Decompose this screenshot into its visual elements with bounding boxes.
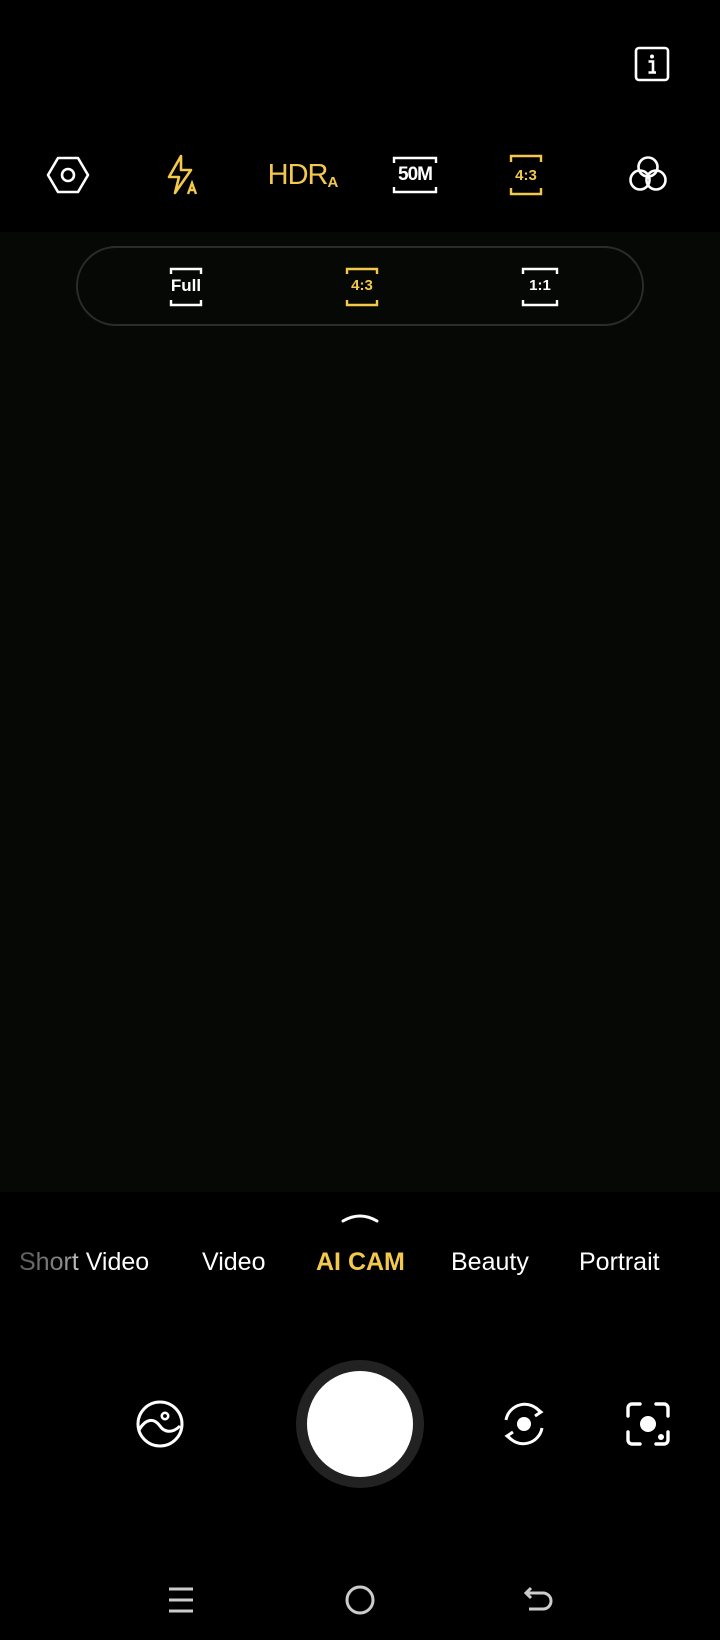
shutter-button-inner	[307, 1371, 413, 1477]
flash-auto-icon[interactable]	[158, 150, 208, 200]
resolution-label: 50M	[398, 164, 433, 185]
hdr-auto-label: A	[327, 173, 339, 191]
google-lens-icon[interactable]	[620, 1396, 676, 1452]
ratio-option-full[interactable]: Full	[166, 266, 206, 308]
ratio-option-4-3[interactable]: 4:3	[342, 266, 382, 308]
ratio-label-4-3: 4:3	[351, 277, 373, 294]
filters-icon[interactable]	[623, 150, 673, 200]
mode-label-portrait: Portrait	[579, 1248, 660, 1276]
mode-short-video[interactable]: Short Video	[19, 1248, 149, 1277]
camera-mode-carousel: Short Video Video AI CAM Beauty Portrait	[0, 1240, 720, 1284]
switch-camera-icon[interactable]	[496, 1396, 552, 1452]
aspect-ratio-icon[interactable]: 4:3	[506, 150, 546, 200]
gallery-icon[interactable]	[132, 1396, 188, 1452]
mode-beauty[interactable]: Beauty	[451, 1248, 529, 1277]
mode-video[interactable]: Video	[202, 1248, 266, 1277]
ratio-label-full: Full	[170, 276, 202, 295]
mode-label-short-video: Short Video	[19, 1248, 150, 1276]
hdr-auto-icon[interactable]: HDR A	[267, 150, 339, 200]
info-icon[interactable]	[634, 46, 670, 82]
resolution-icon[interactable]: 50M	[391, 150, 439, 200]
aspect-ratio-label: 4:3	[515, 166, 537, 184]
mode-portrait[interactable]: Portrait	[579, 1248, 660, 1277]
aspect-ratio-panel: Full 4:3 1:1	[76, 246, 644, 326]
mode-label-beauty: Beauty	[451, 1248, 529, 1276]
shutter-button[interactable]	[296, 1360, 424, 1488]
settings-hexagon-icon[interactable]	[43, 150, 93, 200]
mode-ai-cam[interactable]: AI CAM	[316, 1248, 405, 1277]
ratio-label-1-1: 1:1	[529, 277, 551, 294]
system-nav-bar	[0, 1570, 720, 1630]
top-settings-bar: HDR A 50M 4:3	[0, 140, 720, 210]
hdr-label: HDR	[267, 158, 329, 191]
mode-label-video: Video	[202, 1248, 266, 1276]
back-icon[interactable]	[519, 1580, 559, 1620]
mode-drawer-handle[interactable]	[340, 1210, 380, 1224]
mode-label-ai-cam: AI CAM	[316, 1248, 405, 1276]
camera-viewfinder[interactable]	[0, 232, 720, 1192]
menu-icon[interactable]	[161, 1580, 201, 1620]
home-icon[interactable]	[340, 1580, 380, 1620]
capture-controls	[0, 1350, 720, 1500]
ratio-option-1-1[interactable]: 1:1	[518, 266, 562, 308]
